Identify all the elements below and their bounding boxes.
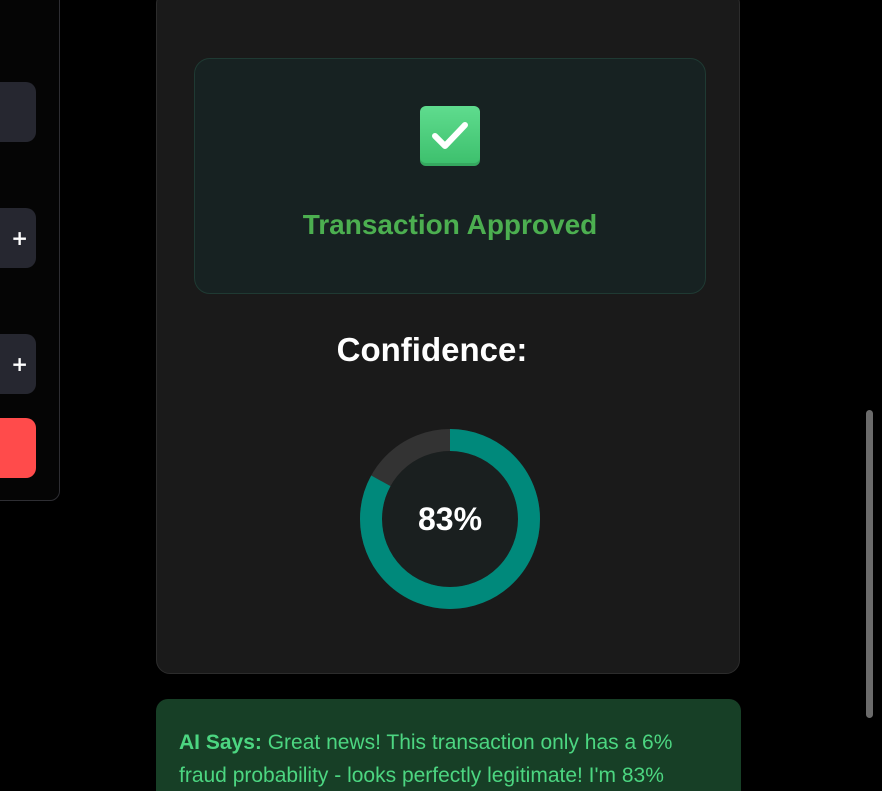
number-input[interactable]: + bbox=[0, 208, 36, 268]
confidence-label: Confidence: bbox=[336, 331, 528, 368]
form-field-input[interactable] bbox=[0, 82, 36, 142]
confidence-value: 83% bbox=[417, 500, 483, 537]
submit-button[interactable] bbox=[0, 418, 36, 478]
increment-button[interactable]: + bbox=[11, 228, 28, 248]
ai-message-prefix: AI Says: bbox=[179, 731, 262, 754]
confidence-gauge: 83% bbox=[358, 427, 542, 611]
result-card: Transaction Approved Confidence: 83% bbox=[156, 0, 740, 674]
number-input[interactable]: + bbox=[0, 334, 36, 394]
ai-message-box: AI Says: Great news! This transaction on… bbox=[156, 699, 741, 791]
page-scrollbar[interactable] bbox=[866, 410, 873, 718]
app-page: + + Transaction Approved Confidence: 83%… bbox=[0, 0, 882, 791]
increment-button[interactable]: + bbox=[11, 354, 28, 374]
status-text: Transaction Approved bbox=[302, 209, 598, 240]
check-mark-icon bbox=[420, 106, 480, 166]
status-box: Transaction Approved bbox=[194, 58, 706, 294]
